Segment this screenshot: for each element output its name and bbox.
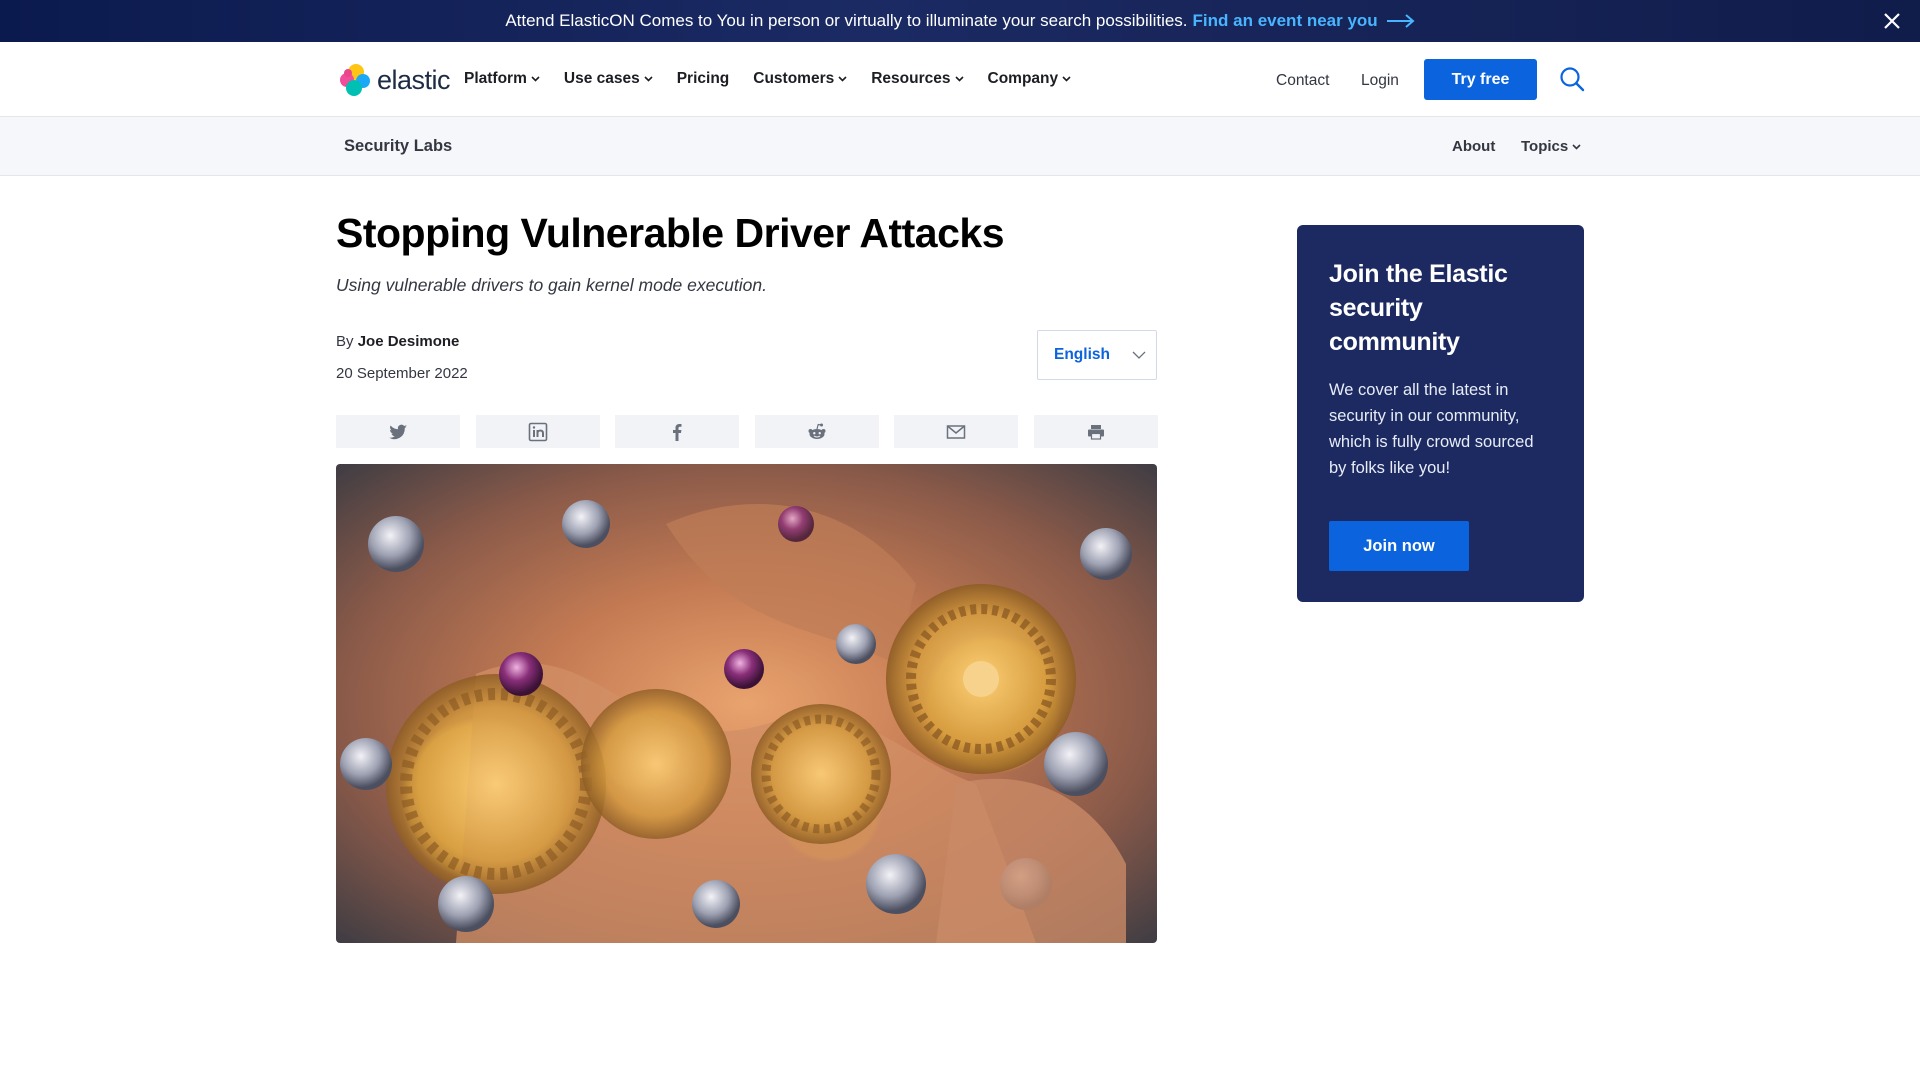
share-toolbar [336, 415, 1174, 448]
print-button[interactable] [1033, 415, 1158, 448]
chevron-down-icon [1132, 351, 1146, 359]
nav-item-use-cases[interactable]: Use cases [564, 70, 653, 88]
share-twitter-button[interactable] [336, 415, 460, 448]
about-link[interactable]: About [1452, 138, 1495, 155]
article-hero-image [336, 464, 1157, 943]
email-icon [947, 424, 966, 439]
chevron-down-icon [838, 76, 847, 82]
banner-link-text: Find an event near you [1192, 11, 1378, 30]
nav-item-customers[interactable]: Customers [753, 70, 847, 88]
share-linkedin-button[interactable] [475, 415, 600, 448]
nav-item-label: Customers [753, 70, 835, 87]
chevron-down-icon [954, 76, 964, 82]
nav-item-resources[interactable]: Resources [871, 70, 964, 88]
community-card-heading: Join the Elastic security community [1329, 260, 1508, 356]
linkedin-icon [528, 422, 547, 441]
share-reddit-button[interactable] [754, 415, 879, 448]
main-navigation: elastic Platform Use cases Pricing Custo… [0, 42, 1920, 117]
article-date: 20 September 2022 [336, 365, 468, 382]
article-subtitle: Using vulnerable drivers to gain kernel … [336, 275, 767, 295]
language-select[interactable]: English [1037, 330, 1157, 380]
nav-item-label: Platform [464, 70, 527, 87]
security-labs-subnav: Security Labs About Topics [0, 117, 1920, 176]
author-link[interactable]: Joe Desimone [358, 333, 460, 350]
share-email-button[interactable] [894, 415, 1019, 448]
primary-menu: Platform Use cases Pricing Customers Res… [464, 70, 1095, 88]
topics-dropdown[interactable]: Topics [1521, 138, 1581, 155]
community-card-body: We cover all the latest in security in o… [1329, 381, 1534, 477]
byline-prefix: By [336, 333, 354, 350]
chevron-down-icon [1572, 143, 1581, 150]
elastic-logo-icon [340, 64, 370, 96]
article-byline: By Joe Desimone [336, 333, 459, 350]
join-now-button[interactable]: Join now [1329, 521, 1469, 571]
security-labs-home-link[interactable]: Security Labs [344, 137, 452, 156]
search-icon[interactable] [1559, 66, 1585, 92]
share-facebook-button[interactable] [615, 415, 740, 448]
arrow-right-icon [1386, 14, 1415, 28]
reddit-icon [808, 423, 826, 439]
community-card: Join the Elastic security community We c… [1297, 225, 1584, 602]
close-icon[interactable] [1882, 11, 1902, 31]
banner-message: Attend ElasticON Comes to You in person … [505, 11, 1188, 30]
print-icon [1087, 424, 1104, 440]
chevron-down-icon [644, 76, 653, 82]
announcement-banner: Attend ElasticON Comes to You in person … [0, 0, 1920, 42]
nav-item-company[interactable]: Company [988, 70, 1072, 88]
logo-wordmark: elastic [377, 64, 451, 95]
topics-label: Topics [1521, 138, 1569, 155]
watch-gears-illustration [340, 500, 1132, 943]
elastic-logo[interactable]: elastic [337, 62, 451, 98]
nav-item-label: Use cases [563, 70, 640, 87]
nav-item-label: Pricing [676, 70, 730, 87]
nav-item-platform[interactable]: Platform [464, 70, 540, 88]
twitter-icon [389, 424, 407, 439]
nav-item-label: Company [987, 70, 1059, 87]
nav-item-label: Resources [871, 70, 951, 87]
chevron-down-icon [531, 76, 540, 82]
chevron-down-icon [1062, 76, 1071, 82]
contact-link[interactable]: Contact [1276, 72, 1329, 90]
banner-event-link[interactable]: Find an event near you [1193, 11, 1415, 31]
nav-item-pricing[interactable]: Pricing [677, 70, 730, 88]
try-free-button[interactable]: Try free [1424, 59, 1537, 100]
language-selected-value: English [1054, 346, 1110, 363]
facebook-icon [673, 423, 682, 441]
login-link[interactable]: Login [1361, 72, 1399, 90]
article-title: Stopping Vulnerable Driver Attacks [336, 210, 1005, 256]
